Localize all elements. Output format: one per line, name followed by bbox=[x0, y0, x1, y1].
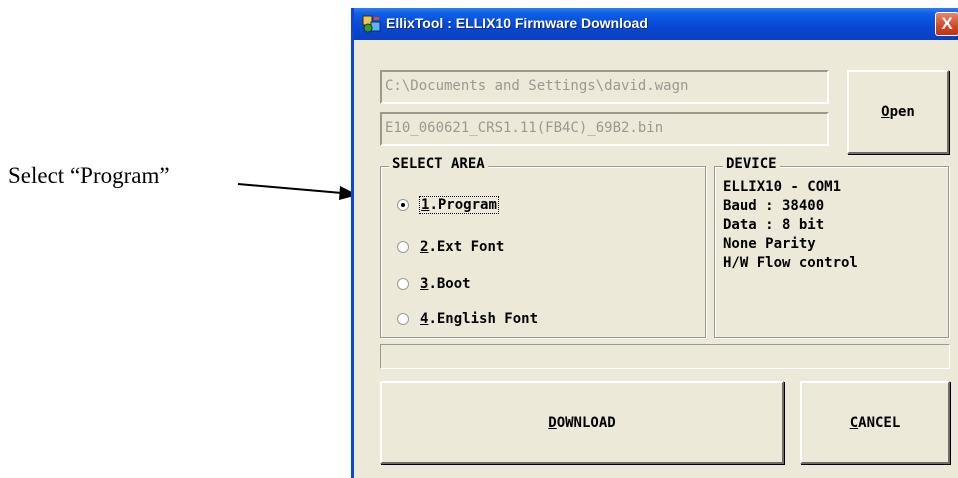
firmware-path-field[interactable]: C:\Documents and Settings\david.wagn bbox=[380, 70, 829, 104]
download-button-label: DOWNLOAD bbox=[548, 414, 616, 431]
radio-button-icon[interactable] bbox=[397, 313, 409, 325]
cancel-button-label: CANCEL bbox=[849, 414, 901, 431]
window-title: EllixTool : ELLIX10 Firmware Download bbox=[386, 15, 648, 31]
radio-button-icon[interactable] bbox=[397, 241, 409, 253]
radio-option-program[interactable]: 1.Program bbox=[397, 194, 499, 216]
title-bar[interactable]: EllixTool : ELLIX10 Firmware Download X bbox=[354, 8, 958, 40]
radio-label: 4.English Font bbox=[420, 311, 539, 327]
radio-button-selected-icon[interactable] bbox=[397, 199, 409, 211]
download-button[interactable]: DOWNLOAD bbox=[380, 381, 784, 464]
radio-label: 1.Program bbox=[419, 196, 499, 214]
radio-label: 2.Ext Font bbox=[420, 239, 505, 255]
radio-button-icon[interactable] bbox=[397, 278, 409, 290]
radio-option-english-font[interactable]: 4.English Font bbox=[397, 308, 538, 330]
device-baud: Baud : 38400 bbox=[723, 198, 825, 214]
device-flow-control: H/W Flow control bbox=[723, 255, 858, 271]
device-title: DEVICE bbox=[723, 156, 780, 172]
close-button[interactable]: X bbox=[935, 12, 958, 36]
cancel-button[interactable]: CANCEL bbox=[800, 381, 950, 464]
radio-option-ext-font[interactable]: 2.Ext Font bbox=[397, 236, 504, 258]
annotation-callout-text: Select “Program” bbox=[8, 163, 170, 188]
firmware-file-field[interactable]: E10_060621_CRS1.11(FB4C)_69B2.bin bbox=[380, 112, 829, 146]
open-button[interactable]: Open bbox=[847, 70, 949, 154]
close-icon: X bbox=[941, 14, 953, 33]
radio-option-boot[interactable]: 3.Boot bbox=[397, 273, 471, 295]
select-area-title: SELECT AREA bbox=[389, 156, 488, 172]
radio-label: 3.Boot bbox=[420, 276, 471, 292]
device-parity: None Parity bbox=[723, 236, 816, 252]
ellixtool-app-icon bbox=[362, 15, 381, 33]
download-progress-bar bbox=[380, 344, 950, 369]
select-area-group: SELECT AREA 1.Program 2.Ext Font 3.Boot … bbox=[380, 156, 706, 338]
device-data-bits: Data : 8 bit bbox=[723, 217, 825, 233]
device-port: ELLIX10 - COM1 bbox=[723, 179, 842, 195]
firmware-download-dialog: EllixTool : ELLIX10 Firmware Download X … bbox=[351, 8, 958, 478]
open-button-label: Open bbox=[881, 104, 915, 120]
device-info-group: DEVICE ELLIX10 - COM1 Baud : 38400 Data … bbox=[714, 156, 949, 338]
